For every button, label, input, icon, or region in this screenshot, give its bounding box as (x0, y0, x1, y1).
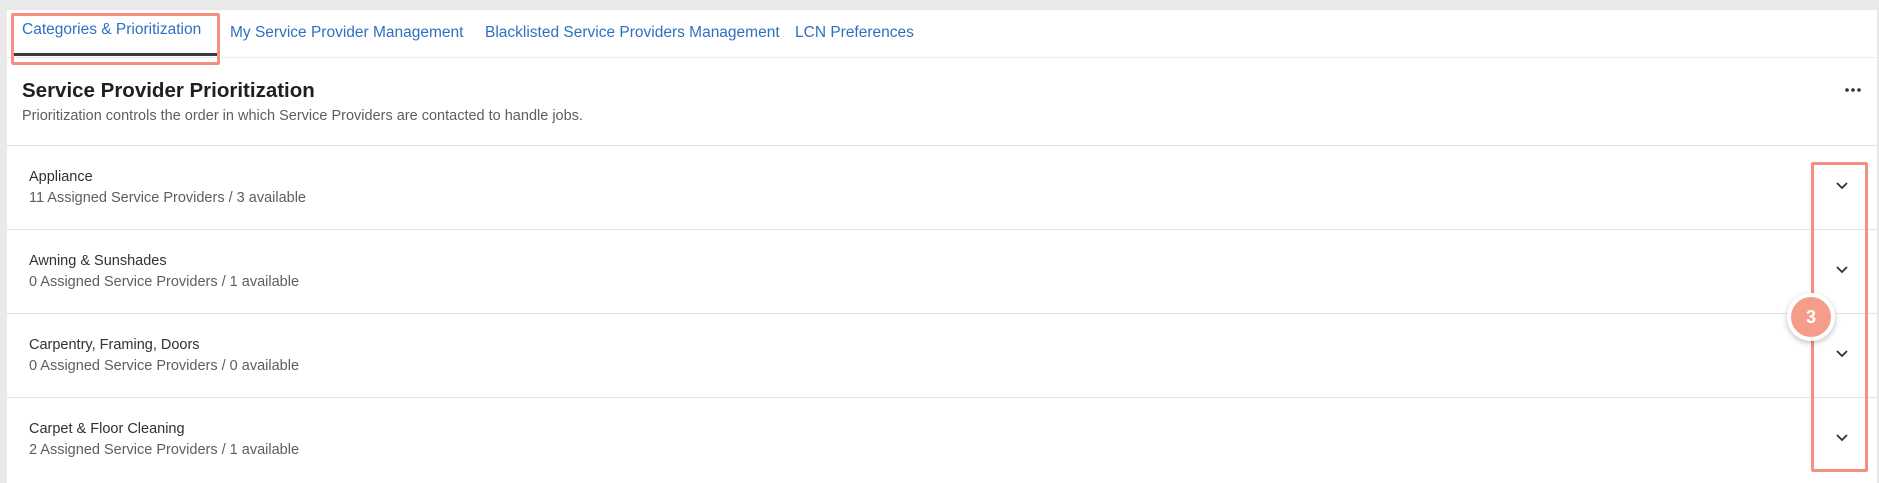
category-availability: 2 Assigned Service Providers / 1 availab… (29, 442, 300, 458)
category-row[interactable]: Awning & Sunshades 0 Assigned Service Pr… (7, 229, 1877, 313)
step-badge: 3 (1787, 293, 1835, 341)
category-row[interactable]: Carpentry, Framing, Doors 0 Assigned Ser… (7, 313, 1877, 397)
category-name: Appliance (29, 169, 93, 185)
category-row[interactable]: Appliance 11 Assigned Service Providers … (7, 145, 1877, 229)
tab-lcn-preferences[interactable]: LCN Preferences (795, 24, 914, 42)
category-name: Awning & Sunshades (29, 253, 167, 269)
tab-bar: Categories & Prioritization My Service P… (7, 10, 1877, 58)
highlight-box-tab (11, 13, 220, 65)
tab-blacklisted-service-providers-management[interactable]: Blacklisted Service Providers Management (485, 24, 780, 42)
category-availability: 0 Assigned Service Providers / 1 availab… (29, 274, 300, 290)
page-title: Service Provider Prioritization (22, 79, 315, 102)
category-name: Carpentry, Framing, Doors (29, 337, 200, 353)
page-subtitle: Prioritization controls the order in whi… (22, 108, 583, 124)
more-options-icon[interactable] (1844, 85, 1862, 95)
category-row[interactable]: Carpet & Floor Cleaning 2 Assigned Servi… (7, 397, 1877, 481)
main-panel: Categories & Prioritization My Service P… (7, 10, 1877, 483)
category-availability: 11 Assigned Service Providers / 3 availa… (29, 190, 306, 206)
category-name: Carpet & Floor Cleaning (29, 421, 185, 437)
tab-my-service-provider-management[interactable]: My Service Provider Management (230, 24, 463, 42)
category-availability: 0 Assigned Service Providers / 0 availab… (29, 358, 300, 374)
